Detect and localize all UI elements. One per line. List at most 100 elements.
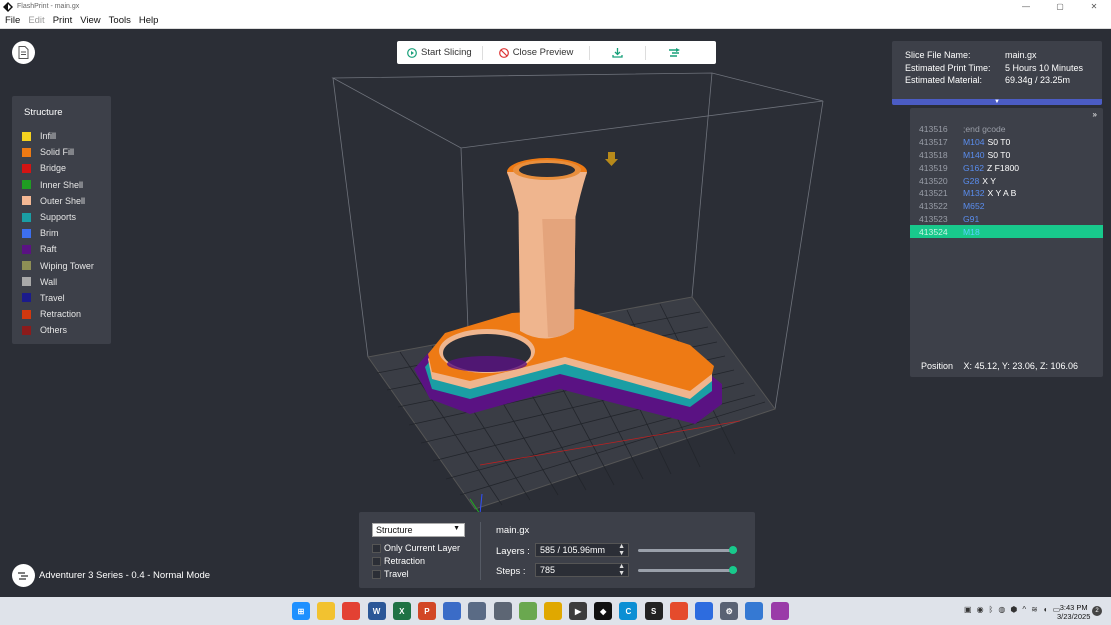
legend-swatch [22,261,31,271]
expand-info-button[interactable]: ▼ [892,99,1102,105]
send-to-printer-button[interactable] [646,41,703,64]
download-icon [612,48,624,58]
gcode-line[interactable]: 413519 G162 Z F1800 [910,161,1103,174]
collapse-panel-icon[interactable]: » [1093,110,1097,119]
gcode-line-number: 413517 [919,137,948,148]
legend-item: Brim [22,225,111,241]
gcode-line-number: 413520 [919,175,948,186]
legend-item: Raft [22,241,111,257]
gcode-args: X Y [982,175,996,186]
steps-slider[interactable] [638,566,737,574]
browser-icon[interactable] [543,602,562,620]
flashprint-icon[interactable]: ◆ [594,602,613,620]
travel-label: Travel [384,569,409,579]
snip-icon[interactable] [770,602,789,620]
powerpoint-icon[interactable]: P [417,602,436,620]
panel-divider [480,522,481,580]
photos-icon[interactable] [518,602,537,620]
windows-start-icon[interactable]: ⊞ [292,602,310,620]
steps-value: 785 [540,565,556,575]
notification-badge[interactable]: 2 [1092,606,1102,616]
tray-app-icon[interactable]: ▣ [964,605,972,614]
tray-app-icon[interactable]: ⬢ [1010,605,1017,614]
gcode-line[interactable]: 413524 M18 [910,225,1103,239]
gcode-line[interactable]: 413521 M132 X Y A B [910,187,1103,200]
legend-label: Raft [40,244,57,255]
clock-date: 3/23/2025 [1057,612,1091,621]
legend-title: Structure [24,107,63,118]
app-s-icon[interactable]: S [644,602,663,620]
close-button[interactable]: ✕ [1077,0,1111,13]
gcode-command: G28 [963,175,980,186]
structure-legend: Structure Infill Solid Fill Bridge Inner Sh… [12,96,111,344]
legend-label: Infill [40,131,57,142]
gcode-line-number: 413521 [919,188,948,199]
chevron-up-icon[interactable]: ^ [1022,605,1026,614]
gcode-line[interactable]: 413518 M140 S0 T0 [910,149,1103,162]
app-blue-icon[interactable] [695,602,713,620]
app-c-icon[interactable]: C [619,602,638,620]
export-button[interactable] [590,41,645,64]
chrome-icon[interactable] [342,602,361,620]
position-label: Position [921,361,954,371]
gcode-line[interactable]: 413517 M104 S0 T0 [910,136,1103,149]
spin-arrows-icon[interactable]: ▲ ▼ [618,563,625,577]
spin-arrows-icon[interactable]: ▲ ▼ [618,543,625,557]
view-mode-select[interactable]: Structure ▼ [372,523,465,537]
word-icon[interactable]: W [367,602,386,620]
file-explorer-icon[interactable] [317,602,336,620]
excel-icon[interactable]: X [392,602,411,620]
clock[interactable]: 3:43 PM 3/23/2025 [1057,603,1090,621]
notes-icon[interactable] [443,602,462,620]
gcode-line[interactable]: 413516 ;end gcode [910,123,1103,136]
maximize-button[interactable]: ▢ [1043,0,1077,13]
legend-label: Brim [40,228,59,239]
machine-selector[interactable]: Adventurer 3 Series - 0.4 - Normal Mode [12,564,210,587]
volume-icon[interactable]: ◖ [1043,605,1048,614]
layers-slider-handle[interactable] [729,546,737,554]
menu-print[interactable]: Print [53,15,73,26]
settings-icon[interactable]: ⚙ [720,602,739,620]
menu-view[interactable]: View [80,15,100,26]
minimize-button[interactable]: — [1009,0,1043,13]
legend-label: Others [40,325,68,336]
media-icon[interactable]: ▶ [569,602,588,620]
legend-swatch [22,196,31,206]
gcode-line[interactable]: 413522 M652 [910,200,1103,213]
document-icon [18,46,29,59]
gcode-line[interactable]: 413520 G28 X Y [910,174,1103,187]
only-current-layer-checkbox[interactable]: Only Current Layer [372,543,460,553]
camera-icon[interactable] [493,602,512,620]
calculator-icon[interactable] [468,602,487,620]
steps-spinbox[interactable]: 785 ▲ ▼ [535,563,629,577]
layer-control-panel: Structure ▼ Only Current Layer Retractio… [359,512,755,588]
layers-spinbox[interactable]: 585 / 105.96mm ▲ ▼ [535,543,629,557]
layers-slider[interactable] [638,546,737,554]
legend-label: Solid Fill [40,147,75,158]
gcode-line[interactable]: 413523 G91 [910,213,1103,226]
view-mode-value: Structure [376,525,413,535]
editor-icon[interactable] [745,602,764,620]
tray-app-icon[interactable]: ◍ [998,605,1005,614]
retraction-checkbox[interactable]: Retraction [372,556,425,566]
position-readout: Position X: 45.12, Y: 23.06, Z: 106.06 [921,361,1078,371]
legend-swatch [22,180,31,190]
document-button[interactable] [12,41,35,64]
menu-file[interactable]: File [5,15,20,26]
menu-help[interactable]: Help [139,15,159,26]
legend-swatch [22,309,31,319]
legend-item: Wiping Tower [22,258,111,274]
legend-swatch [22,131,31,141]
app-red-icon[interactable] [669,602,688,620]
close-preview-button[interactable]: Close Preview [483,41,590,64]
steps-slider-handle[interactable] [729,566,737,574]
menu-tools[interactable]: Tools [109,15,131,26]
tray-app-icon[interactable]: ◉ [977,605,984,614]
wifi-icon[interactable]: ≋ [1031,605,1038,614]
travel-checkbox[interactable]: Travel [372,569,409,579]
start-slicing-button[interactable]: Start Slicing [397,41,482,64]
gcode-line-number: 413519 [919,162,948,173]
bluetooth-icon[interactable]: ᛒ [989,605,994,614]
menu-edit[interactable]: Edit [28,15,44,26]
preview-viewport[interactable]: Start Slicing Close Preview Structure In… [0,29,1111,597]
